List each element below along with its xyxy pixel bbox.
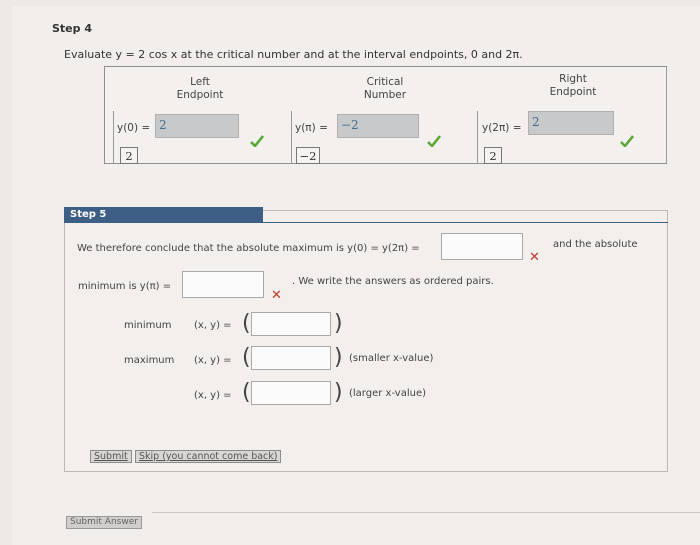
right-answer-input[interactable]: 2: [528, 111, 614, 135]
paren-open: (: [242, 380, 251, 405]
paren-close: ): [334, 380, 343, 405]
right-value-box: 2: [484, 147, 502, 164]
divider: [477, 111, 478, 163]
paren-open: (: [242, 311, 251, 336]
paren-close: ): [334, 345, 343, 370]
maximum-point-1-input[interactable]: [251, 346, 331, 370]
skip-button[interactable]: Skip (you cannot come back): [135, 450, 282, 463]
abs-min-input[interactable]: [182, 271, 264, 298]
check-icon: [250, 135, 264, 147]
ordered-pairs-text: . We write the answers as ordered pairs.: [292, 276, 494, 287]
maximum-label: maximum: [124, 355, 175, 366]
submit-answer-button[interactable]: Submit Answer: [66, 516, 142, 529]
divider: [152, 512, 700, 513]
cross-icon: ✕: [271, 288, 282, 303]
step4-title: Step 4: [52, 22, 92, 35]
check-icon: [427, 135, 441, 147]
right-eq-label: y(2π) =: [482, 122, 522, 134]
left-eq-label: y(0) =: [117, 122, 151, 134]
minimum-text: minimum is y(π) =: [78, 281, 172, 292]
header-left-endpoint: Left Endpoint: [176, 76, 224, 101]
smaller-x-note: (smaller x-value): [349, 353, 434, 364]
larger-x-note: (larger x-value): [349, 388, 427, 399]
crit-eq-label: y(π) =: [295, 122, 328, 134]
crit-answer-input[interactable]: −2: [337, 114, 419, 138]
abs-max-input[interactable]: [441, 233, 523, 260]
minimum-label: minimum: [124, 320, 172, 331]
header-critical-number: Critical Number: [363, 76, 407, 101]
crit-value-box: −2: [296, 147, 320, 164]
xy-eq-label: (x, y) =: [194, 320, 232, 331]
header-right-endpoint: Right Endpoint: [549, 73, 597, 98]
left-value-box: 2: [120, 147, 138, 164]
divider: [666, 67, 667, 163]
and-absolute-text: and the absolute: [553, 239, 638, 250]
step5-tab: Step 5: [64, 207, 263, 223]
step5-tab-line: [64, 222, 668, 223]
paren-open: (: [242, 345, 251, 370]
step4-question: Evaluate y = 2 cos x at the critical num…: [64, 48, 523, 61]
cross-icon: ✕: [529, 250, 540, 265]
submit-button[interactable]: Submit: [90, 450, 132, 463]
conclude-text: We therefore conclude that the absolute …: [77, 243, 420, 254]
check-icon: [620, 135, 634, 147]
left-answer-input[interactable]: 2: [155, 114, 239, 138]
maximum-point-2-input[interactable]: [251, 381, 331, 405]
divider: [113, 111, 114, 163]
step4-table: Left Endpoint Critical Number Right Endpoin…: [104, 66, 667, 164]
xy-eq-label: (x, y) =: [194, 390, 232, 401]
xy-eq-label: (x, y) =: [194, 355, 232, 366]
paren-close: ): [334, 311, 343, 336]
divider: [291, 111, 292, 163]
minimum-point-input[interactable]: [251, 312, 331, 336]
